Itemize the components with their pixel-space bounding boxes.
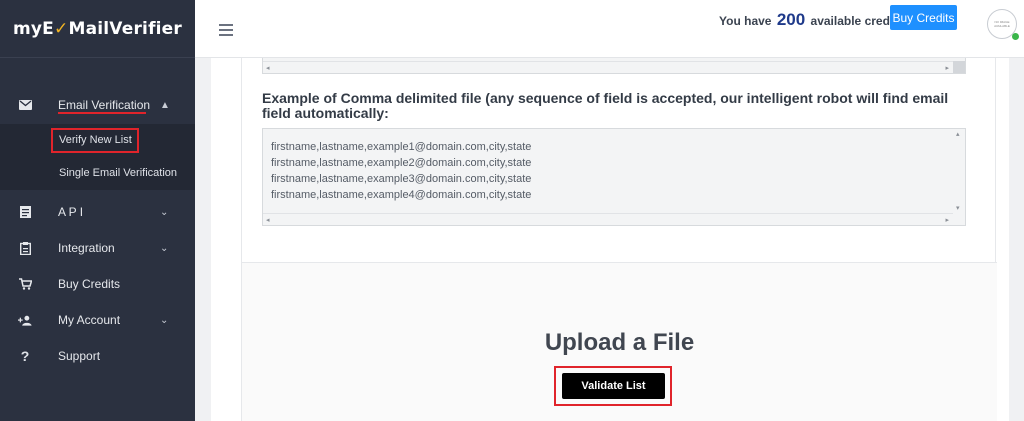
top-bar: You have 200 available credits. Buy Cred… [195,0,1024,58]
brand-check-icon: ✓ [54,18,69,39]
scroll-up-icon[interactable]: ▴ [956,130,960,138]
sidebar-item-support[interactable]: ? Support [0,338,195,374]
credits-prefix: You have [719,14,772,28]
sidebar-subitem-verify-new-list[interactable]: Verify New List [59,134,132,146]
question-icon: ? [20,348,30,364]
online-status-dot [1012,33,1019,40]
brand-prefix: myE [12,18,54,39]
envelope-icon [18,98,32,112]
content-card: ◂ ▸ Example of Comma delimited file (any… [241,58,997,421]
sidebar-item-integration[interactable]: Integration ⌄ [0,230,195,266]
scroll-left-icon[interactable]: ◂ [266,64,270,72]
sidebar: myE ✓ MailVerifier Email Verification ▲ Ve… [0,0,195,421]
horizontal-scrollbar[interactable]: ◂ ▸ [263,213,953,225]
scrollbar-corner [953,213,965,225]
upload-file-title: Upload a File [544,329,695,356]
chevron-down-icon: ⌄ [160,206,169,218]
sidebar-item-api[interactable]: A P I ⌄ [0,194,195,230]
chevron-down-icon: ⌄ [160,314,169,326]
comma-delimited-heading: Example of Comma delimited file (any seq… [262,90,949,121]
credits-count: 200 [776,10,806,29]
sample-line: firstname,lastname,example1@domain.com,c… [271,141,532,153]
sample-line: firstname,lastname,example4@domain.com,c… [271,189,532,201]
main-content: ◂ ▸ Example of Comma delimited file (any… [211,58,1009,421]
sidebar-item-email-verification[interactable]: Email Verification ▲ [0,87,195,123]
sidebar-item-label: Integration [58,241,115,255]
sample-line: firstname,lastname,example3@domain.com,c… [271,173,532,185]
sidebar-item-label: Buy Credits [58,277,121,291]
comma-delimited-sample-textbox[interactable]: firstname,lastname,example1@domain.com,c… [262,128,966,226]
brand-logo[interactable]: myE ✓ MailVerifier [0,0,195,58]
brand-suffix: MailVerifier [68,18,183,39]
chevron-down-icon: ⌄ [160,242,169,254]
sidebar-item-label: Support [58,349,101,363]
scroll-down-icon[interactable]: ▾ [956,204,960,212]
buy-credits-button[interactable]: Buy Credits [890,5,957,30]
vertical-scrollbar[interactable]: ▴ ▾ [953,129,965,213]
sidebar-item-label: My Account [58,313,121,327]
clipboard-icon [18,241,32,255]
sidebar-subitem-single-email-verification[interactable]: Single Email Verification [59,167,177,179]
sidebar-item-label: Email Verification [58,98,151,112]
scrollbar-corner [953,61,965,73]
horizontal-scrollbar[interactable]: ◂ ▸ [263,61,953,73]
sidebar-item-label: A P I [58,205,84,219]
cart-icon [18,277,32,291]
add-user-icon [18,313,32,327]
hamburger-menu-icon[interactable] [219,24,233,39]
validate-list-button[interactable]: Validate List [562,373,665,399]
credits-status: You have 200 available credits. [719,10,907,30]
sidebar-item-buy-credits[interactable]: Buy Credits [0,266,195,302]
active-underline [58,112,146,114]
scroll-right-icon[interactable]: ▸ [945,64,949,72]
page-scroll-gutter [1009,58,1024,421]
sidebar-item-my-account[interactable]: My Account ⌄ [0,302,195,338]
sample-textbox-previous[interactable]: ◂ ▸ [262,58,966,74]
sample-line: firstname,lastname,example2@domain.com,c… [271,157,532,169]
scroll-left-icon[interactable]: ◂ [266,216,270,224]
scroll-right-icon[interactable]: ▸ [945,216,949,224]
chevron-up-icon: ▲ [160,99,170,111]
document-icon [18,205,32,219]
